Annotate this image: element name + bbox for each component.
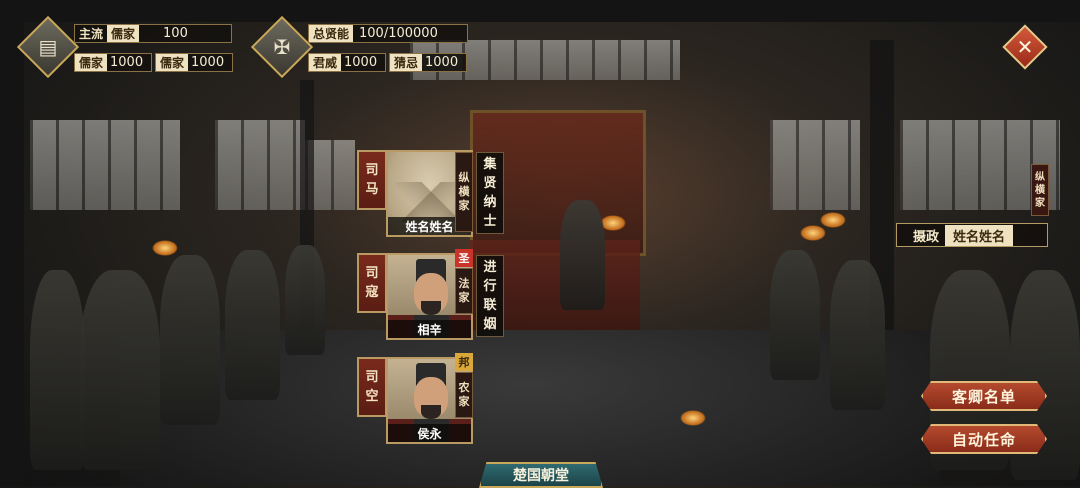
hall-window [770, 120, 860, 210]
school-values-row: 儒家 1000 儒家 1000 [74, 53, 233, 72]
total-talent-value: 100/100000 [359, 26, 438, 41]
school-char: 家 [458, 395, 470, 408]
minister-name: 侯永 [388, 424, 471, 442]
policy-tag: 集 贤 纳 士 [476, 152, 504, 234]
beard-shape [421, 301, 441, 315]
regent-label: 摄政 [913, 229, 940, 245]
school-a-box: 儒家 1000 [74, 53, 152, 72]
school-char: 纵 [1035, 171, 1045, 183]
school-tag: 法 家 [455, 268, 473, 314]
lamp [680, 410, 706, 426]
prestige-label: 君威 [309, 54, 342, 71]
school-char: 家 [1035, 197, 1045, 209]
school-a-value: 1000 [110, 55, 144, 70]
state-badge: 邦 [455, 353, 473, 371]
close-icon: ✕ [1016, 35, 1034, 59]
school-char: 家 [458, 291, 470, 304]
ceiling-beam [0, 0, 1080, 22]
talent-box: 总贤能 100/100000 [308, 24, 468, 43]
guest-list-button[interactable]: 客卿名单 [921, 381, 1047, 411]
school-char: 纵 [458, 171, 470, 184]
mainstream-value: 100 [163, 26, 188, 41]
office-char: 空 [365, 389, 379, 404]
talent-row: 总贤能 100/100000 [308, 24, 468, 43]
mainstream-school: 儒家 [107, 25, 140, 42]
crossbow-glyph: ✠ [273, 35, 291, 59]
mainstream-box: 主流 儒家 100 [74, 24, 232, 43]
policy-char: 集 [483, 157, 497, 172]
regent-panel[interactable]: 摄政 姓名姓名 [896, 223, 1048, 247]
school-b-value: 1000 [191, 55, 225, 70]
court-title-tab: 楚国朝堂 [479, 462, 603, 488]
policy-char: 士 [483, 214, 497, 229]
school-tag: 纵 横 家 [455, 152, 473, 232]
lamp [800, 225, 826, 241]
mainstream-label: 主流 [79, 27, 104, 41]
court-official-figure [560, 200, 605, 310]
lamp [820, 212, 846, 228]
prestige-row: 君威 1000 猜忌 1000 [308, 53, 467, 72]
school-char: 农 [458, 381, 470, 394]
regent-school-tag: 纵 横 家 [1031, 164, 1049, 216]
court-official-figure [30, 270, 85, 470]
hall-window [215, 120, 305, 210]
school-tag: 农 家 [455, 372, 473, 418]
policy-char: 贤 [483, 176, 497, 191]
office-char: 寇 [365, 285, 379, 300]
court-official-figure [285, 245, 325, 355]
school-b-box: 儒家 1000 [155, 53, 233, 72]
office-char: 司 [365, 370, 379, 385]
school-char: 家 [458, 199, 470, 212]
court-official-figure [225, 250, 280, 400]
school-char: 法 [458, 277, 470, 290]
policy-tag: 进 行 联 姻 [476, 255, 504, 337]
office-tag: 司 空 [357, 357, 387, 417]
office-tag: 司 寇 [357, 253, 387, 313]
total-talent-label: 总贤能 [309, 25, 354, 42]
policy-char: 联 [483, 298, 497, 313]
sage-badge: 圣 [455, 249, 473, 267]
office-char: 司 [365, 266, 379, 281]
office-char: 马 [365, 182, 379, 197]
policy-char: 进 [483, 260, 497, 275]
suspicion-label: 猜忌 [390, 54, 423, 71]
lamp [152, 240, 178, 256]
policy-char: 姻 [483, 317, 497, 332]
policy-char: 纳 [483, 195, 497, 210]
hall-window [30, 120, 180, 210]
court-official-figure [160, 255, 220, 425]
prestige-value: 1000 [344, 55, 378, 70]
beard-shape [421, 405, 441, 419]
court-official-figure [80, 270, 160, 470]
office-tag: 司 马 [357, 150, 387, 210]
court-official-figure [770, 250, 820, 380]
policy-char: 行 [483, 279, 497, 294]
school-char: 横 [1035, 184, 1045, 196]
school-char: 横 [458, 185, 470, 198]
office-char: 司 [365, 163, 379, 178]
court-official-figure [830, 260, 885, 410]
regent-name: 姓名姓名 [945, 224, 1014, 246]
minister-name: 相辛 [388, 320, 471, 338]
auto-appoint-button[interactable]: 自动任命 [921, 424, 1047, 454]
school-a-label: 儒家 [75, 54, 108, 71]
school-b-label: 儒家 [156, 54, 189, 71]
pillar [0, 0, 24, 486]
suspicion-value: 1000 [425, 55, 459, 70]
scroll-glyph: ▤ [38, 35, 58, 59]
prestige-box: 君威 1000 [308, 53, 386, 72]
mainstream-row: 主流 儒家 100 [74, 24, 232, 43]
suspicion-box: 猜忌 1000 [389, 53, 467, 72]
